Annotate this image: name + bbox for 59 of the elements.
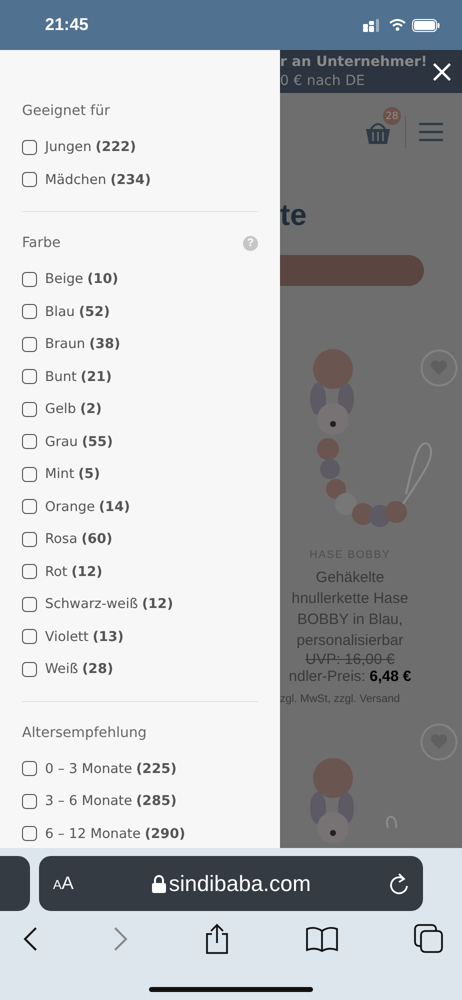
filter-option[interactable]: Blau (52) — [45, 304, 110, 320]
checkbox[interactable] — [22, 172, 37, 188]
text-size-button[interactable]: AA — [53, 873, 74, 894]
checkbox[interactable] — [22, 402, 37, 417]
checkbox[interactable] — [22, 369, 37, 384]
filter-option[interactable]: Weiß (28) — [45, 661, 114, 678]
filter-option[interactable]: Braun (38) — [45, 336, 120, 352]
checkbox[interactable] — [22, 532, 37, 547]
page-heading: te — [280, 199, 308, 233]
tabs-icon[interactable] — [414, 924, 444, 954]
battery-icon — [412, 18, 440, 32]
address-bar[interactable]: AA sindibaba.com — [39, 856, 423, 911]
filter-option[interactable]: Gelb (2) — [45, 401, 102, 418]
banner-text: r an Unternehmer! — [280, 54, 428, 70]
forward-icon[interactable] — [113, 926, 129, 952]
bookmarks-icon[interactable] — [305, 926, 339, 952]
checkbox[interactable] — [22, 826, 37, 842]
reload-icon[interactable] — [389, 872, 409, 894]
url-text: sindibaba.com — [168, 870, 311, 896]
banner-text: 0 € nach DE — [280, 73, 366, 89]
price: 6,48 € — [369, 668, 412, 685]
tab-preview[interactable] — [0, 856, 30, 911]
section-title: Geeignet für — [22, 103, 110, 119]
checkbox[interactable] — [22, 564, 37, 580]
filter-option[interactable]: Jungen (222) — [45, 139, 136, 156]
filter-option[interactable]: Rosa (60) — [45, 531, 112, 548]
checkbox[interactable] — [22, 140, 37, 155]
filter-option[interactable]: Bunt (21) — [45, 368, 112, 385]
checkbox[interactable] — [22, 272, 37, 287]
section-title: Farbe — [22, 235, 61, 251]
cart-count-badge: 28 — [383, 107, 401, 125]
checkbox[interactable] — [22, 794, 37, 809]
wifi-icon — [389, 19, 406, 31]
checkbox[interactable] — [22, 434, 37, 450]
filter-option[interactable]: Schwarz-weiß (12) — [45, 596, 174, 612]
filter-option[interactable]: Mint (5) — [45, 466, 100, 482]
checkbox[interactable] — [22, 629, 37, 644]
filter-option[interactable]: 3 – 6 Monate (285) — [45, 793, 177, 810]
checkbox[interactable] — [22, 304, 37, 320]
checkbox[interactable] — [22, 662, 37, 677]
filter-option[interactable]: Violett (13) — [45, 628, 124, 645]
filter-option[interactable]: Rot (12) — [45, 564, 102, 580]
checkbox[interactable] — [22, 336, 37, 352]
close-icon[interactable] — [432, 62, 452, 82]
lock-icon — [152, 874, 166, 892]
filter-option[interactable]: Beige (10) — [45, 271, 118, 288]
checkbox[interactable] — [22, 596, 37, 612]
filter-option[interactable]: Orange (14) — [45, 498, 130, 515]
share-icon[interactable] — [204, 923, 230, 955]
checkbox[interactable] — [22, 466, 37, 482]
filter-option[interactable]: 6 – 12 Monate (290) — [45, 826, 186, 842]
checkbox[interactable] — [22, 761, 37, 776]
back-icon[interactable] — [22, 926, 38, 952]
section-title: Altersempfehlung — [22, 724, 147, 740]
filter-option[interactable]: 0 – 3 Monate (225) — [45, 760, 177, 777]
filter-option[interactable]: Mädchen (234) — [45, 172, 151, 188]
checkbox[interactable] — [22, 499, 37, 514]
clock-time: 21:45 — [45, 15, 88, 35]
filter-option[interactable]: Grau (55) — [45, 434, 113, 450]
